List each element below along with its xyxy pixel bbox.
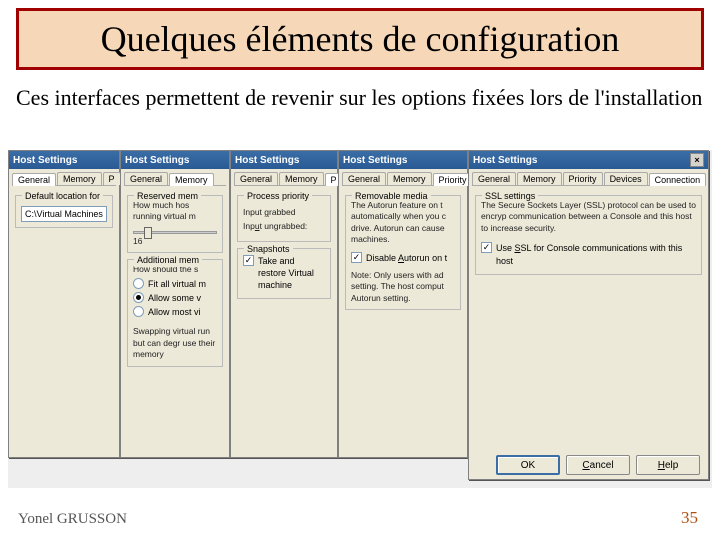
- group-additional-mem: Additional mem: [134, 254, 202, 266]
- checkbox-use-ssl[interactable]: ✓: [481, 242, 492, 253]
- ssl-text: The Secure Sockets Layer (SSL) protocol …: [481, 200, 696, 234]
- tab-general[interactable]: General: [472, 172, 516, 185]
- window-title: Host Settings: [343, 155, 407, 166]
- group-process-priority: Process priority: [244, 190, 312, 202]
- group-reserved-mem: Reserved mem: [134, 190, 201, 202]
- host-settings-window-priority: Host Settings General Memory P Process p…: [230, 150, 338, 458]
- close-icon[interactable]: ×: [690, 153, 704, 167]
- radio-fit-all[interactable]: [133, 278, 144, 289]
- tab-priority[interactable]: Priority: [563, 172, 603, 185]
- radio-allow-some[interactable]: [133, 292, 144, 303]
- ok-button[interactable]: OK: [496, 455, 560, 475]
- footer-page-number: 35: [681, 508, 698, 528]
- window-title: Host Settings: [13, 155, 77, 166]
- help-button[interactable]: Help: [636, 455, 700, 475]
- host-settings-window-devices: Host Settings General Memory Priority Re…: [338, 150, 468, 458]
- tab-memory[interactable]: Memory: [279, 172, 324, 185]
- footer-author: Yonel GRUSSON: [18, 511, 127, 528]
- tab-general[interactable]: General: [342, 172, 386, 185]
- slide-subtitle: Ces interfaces permettent de revenir sur…: [16, 84, 704, 112]
- slide-title: Quelques éléments de configuration: [101, 18, 620, 60]
- screenshot-composite: Host Settings General Memory P Default l…: [8, 150, 712, 488]
- tab-memory[interactable]: Memory: [517, 172, 562, 185]
- tab-devices[interactable]: Devices: [604, 172, 648, 185]
- tab-general[interactable]: General: [234, 172, 278, 185]
- group-ssl-settings: SSL settings: [482, 190, 538, 202]
- autorun-note: Note: Only users with ad setting. The ho…: [351, 270, 455, 304]
- host-settings-window-memory: Host Settings General Memory Reserved me…: [120, 150, 230, 458]
- group-default-location: Default location for: [22, 190, 103, 202]
- group-snapshots: Snapshots: [244, 243, 293, 255]
- tab-memory[interactable]: Memory: [387, 172, 432, 185]
- checkbox-take-restore[interactable]: ✓: [243, 255, 254, 266]
- swap-note: Swapping virtual run but can degr use th…: [133, 326, 217, 360]
- host-settings-window-connection: Host Settings × General Memory Priority …: [468, 150, 709, 480]
- group-removable-media: Removable media: [352, 190, 431, 202]
- tab-p[interactable]: P: [103, 172, 121, 185]
- window-title: Host Settings: [473, 155, 537, 166]
- slide-title-box: Quelques éléments de configuration: [16, 8, 704, 70]
- autorun-text: The Autorun feature on t automatically w…: [351, 200, 455, 246]
- radio-allow-most[interactable]: [133, 306, 144, 317]
- tab-memory[interactable]: Memory: [57, 172, 102, 185]
- memory-slider[interactable]: [133, 231, 217, 234]
- window-title: Host Settings: [235, 155, 299, 166]
- tab-general[interactable]: General: [124, 172, 168, 185]
- checkbox-disable-autorun[interactable]: ✓: [351, 252, 362, 263]
- host-settings-window-general: Host Settings General Memory P Default l…: [8, 150, 120, 458]
- window-title: Host Settings: [125, 155, 189, 166]
- reserved-mem-text: How much hos running virtual m: [133, 200, 217, 223]
- cancel-button[interactable]: Cancel: [566, 455, 630, 475]
- default-location-input[interactable]: [21, 206, 107, 222]
